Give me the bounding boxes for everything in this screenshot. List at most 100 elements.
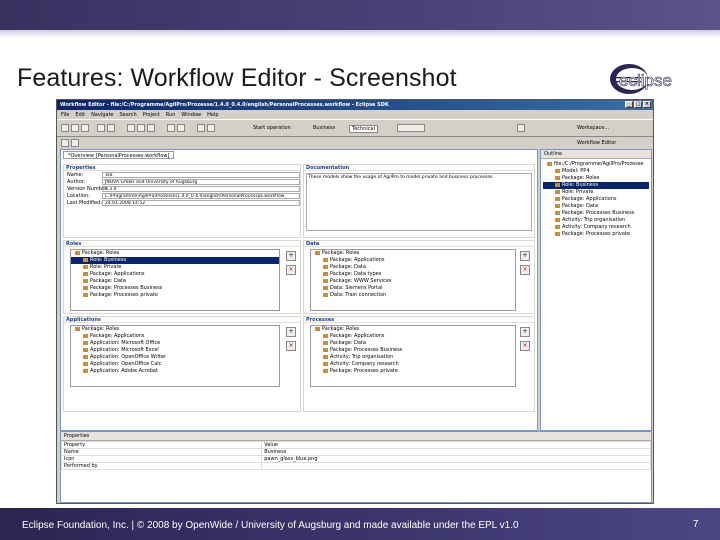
property-field[interactable]: 24.01.2008 14:52 xyxy=(102,199,300,206)
tree-item[interactable]: Application: Adobe Acrobat xyxy=(71,368,279,375)
tree-item[interactable]: file:/C:/Programme/AgilPro/Prozesse xyxy=(543,161,649,168)
tree-item[interactable]: Package: Applications xyxy=(71,333,279,340)
value-column-header[interactable]: Value xyxy=(261,441,651,449)
tree-item[interactable]: Package: WWW Services xyxy=(311,278,515,285)
data-tree[interactable]: Package: Roles Package: Applications Packa… xyxy=(310,249,516,311)
tree-item[interactable]: Activity: Trip organisation xyxy=(311,354,515,361)
delete-role-icon[interactable]: × xyxy=(286,265,296,275)
menu-project[interactable]: Project xyxy=(143,112,160,118)
tree-item[interactable]: Package: Applications xyxy=(543,196,649,203)
delete-data-icon[interactable]: × xyxy=(520,265,530,275)
tree-item[interactable]: Package: Processes Business xyxy=(71,285,279,292)
add-application-icon[interactable]: + xyxy=(286,327,296,337)
tree-item[interactable]: Package: Roles xyxy=(311,326,515,333)
tree-item[interactable]: Activity: Company research xyxy=(543,224,649,231)
perspective-button[interactable]: Workflow Editor xyxy=(577,140,616,146)
search-icon[interactable] xyxy=(517,124,525,132)
tree-item[interactable]: Package: Applications xyxy=(71,271,279,278)
tree-item[interactable]: Activity: Trip organisation xyxy=(543,217,649,224)
tree-item[interactable]: Package: Data types xyxy=(311,271,515,278)
save-icon[interactable] xyxy=(71,124,79,132)
tree-item[interactable]: Data: Train connection xyxy=(311,292,515,299)
tree-item[interactable]: Package: Processes private xyxy=(543,231,649,238)
property-table-row[interactable]: Performed by xyxy=(60,462,651,470)
redo-icon[interactable] xyxy=(107,124,115,132)
applications-tree[interactable]: Package: Roles Package: Applications Appli… xyxy=(70,325,280,387)
new-icon[interactable] xyxy=(61,124,69,132)
close-button[interactable]: × xyxy=(643,101,651,108)
tree-item[interactable]: Application: Microsoft Excel xyxy=(71,347,279,354)
tree-item[interactable]: Package: Applications xyxy=(311,257,515,264)
tree-item[interactable]: Package: Roles xyxy=(71,250,279,257)
undo-icon[interactable] xyxy=(97,124,105,132)
menu-run[interactable]: Run xyxy=(166,112,176,118)
tree-item[interactable]: Application: OpenOffice Calc xyxy=(71,361,279,368)
tree-item[interactable]: Role: Business xyxy=(71,257,279,264)
zoom-out-icon[interactable] xyxy=(177,124,185,132)
tree-item[interactable]: Application: OpenOffice Writer xyxy=(71,354,279,361)
cut-icon[interactable] xyxy=(127,124,135,132)
menu-window[interactable]: Window xyxy=(181,112,201,118)
tree-item[interactable]: Model: PP4 xyxy=(543,168,649,175)
property-field[interactable]: C:\Programme\AgilPro\Prozesse\1.4.0_0.4.… xyxy=(102,192,300,199)
business-button[interactable]: Business xyxy=(313,125,335,131)
tree-item[interactable]: Role: Private xyxy=(543,189,649,196)
tree-item[interactable]: Package: Processes Business xyxy=(543,210,649,217)
tree-item[interactable]: Role: Business xyxy=(543,182,649,189)
technical-button[interactable]: Technical xyxy=(349,125,378,133)
align-icon[interactable] xyxy=(197,124,205,132)
tree-item[interactable]: Package: Data xyxy=(543,203,649,210)
menu-edit[interactable]: Edit xyxy=(75,112,85,118)
menu-search[interactable]: Search xyxy=(120,112,137,118)
property-value-cell[interactable]: Business xyxy=(261,448,651,456)
back-icon[interactable] xyxy=(61,139,69,147)
workspace-button[interactable]: Workspace... xyxy=(577,125,609,131)
delete-application-icon[interactable]: × xyxy=(286,341,296,351)
property-field[interactable]: JNOVA GmbH and University of Augsburg xyxy=(102,178,300,185)
delete-process-icon[interactable]: × xyxy=(520,341,530,351)
outline-tab[interactable]: Outline xyxy=(541,150,651,159)
property-table-row[interactable]: Icon pawn_glass_blue.png xyxy=(60,455,651,463)
property-field[interactable]: Tea xyxy=(102,171,300,178)
menu-navigate[interactable]: Navigate xyxy=(91,112,113,118)
roles-tree[interactable]: Package: Roles Role: Business Role: Privat… xyxy=(70,249,280,311)
editor-tab[interactable]: *Overview [PersonalProcesses.workflow] xyxy=(63,151,175,159)
tree-item[interactable]: Package: Processes private xyxy=(311,368,515,375)
menu-help[interactable]: Help xyxy=(207,112,218,118)
tree-item[interactable]: Package: Roles xyxy=(311,250,515,257)
tree-item[interactable]: Package: Processes Business xyxy=(311,347,515,354)
properties-tab[interactable]: Properties xyxy=(61,432,651,441)
tree-item[interactable]: Package: Roles xyxy=(543,175,649,182)
maximize-button[interactable]: □ xyxy=(634,101,642,108)
tree-item[interactable]: Package: Data xyxy=(311,264,515,271)
tree-item[interactable]: Package: Data xyxy=(311,340,515,347)
tree-item[interactable]: Package: Data xyxy=(71,278,279,285)
property-column-header[interactable]: Property xyxy=(60,441,263,449)
tree-item[interactable]: Package: Processes private xyxy=(71,292,279,299)
start-operation-button[interactable]: Start operation xyxy=(253,125,291,131)
menu-file[interactable]: File xyxy=(61,112,69,118)
add-process-icon[interactable]: + xyxy=(520,327,530,337)
distribute-icon[interactable] xyxy=(207,124,215,132)
tree-item[interactable]: Activity: Company research xyxy=(311,361,515,368)
property-field[interactable]: 1.3.0 xyxy=(102,185,300,192)
add-role-icon[interactable]: + xyxy=(286,251,296,261)
property-table-row[interactable]: Name Business xyxy=(60,448,651,456)
tree-item[interactable]: Application: Microsoft Office xyxy=(71,340,279,347)
property-value-cell[interactable]: pawn_glass_blue.png xyxy=(261,455,651,463)
forward-icon[interactable] xyxy=(71,139,79,147)
processes-tree[interactable]: Package: Roles Package: Applications Packa… xyxy=(310,325,516,387)
minimize-button[interactable]: _ xyxy=(625,101,633,108)
add-data-icon[interactable]: + xyxy=(520,251,530,261)
tree-item[interactable]: Data: Siemens Portal xyxy=(311,285,515,292)
tree-item[interactable]: Package: Applications xyxy=(311,333,515,340)
documentation-text[interactable]: These models show the usage of AgilPro t… xyxy=(306,173,532,231)
zoom-combo[interactable] xyxy=(397,124,425,132)
paste-icon[interactable] xyxy=(147,124,155,132)
outline-tree[interactable]: file:/C:/Programme/AgilPro/Prozesse Model… xyxy=(541,159,651,240)
tree-item[interactable]: Package: Roles xyxy=(71,326,279,333)
zoom-in-icon[interactable] xyxy=(167,124,175,132)
copy-icon[interactable] xyxy=(137,124,145,132)
tree-item[interactable]: Role: Private xyxy=(71,264,279,271)
property-value-cell[interactable] xyxy=(261,462,651,470)
